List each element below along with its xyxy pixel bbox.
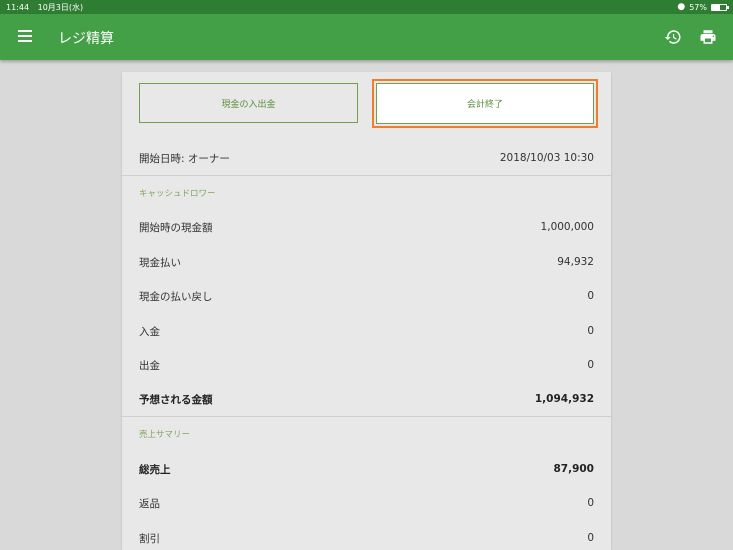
list-item: 現金の払い戻し 0 bbox=[122, 279, 611, 313]
row-label: 現金払い bbox=[139, 256, 181, 269]
print-icon[interactable] bbox=[699, 28, 717, 46]
row-value: 1,094,932 bbox=[534, 393, 594, 405]
row-value: 94,932 bbox=[557, 256, 594, 268]
row-label: 現金の払い戻し bbox=[139, 290, 213, 303]
list-item: 割引 0 bbox=[122, 521, 611, 550]
app-bar: レジ精算 bbox=[0, 14, 733, 60]
divider bbox=[122, 416, 611, 417]
divider bbox=[122, 175, 611, 176]
row-label: 開始時の現金額 bbox=[139, 221, 213, 234]
status-bar: 11:44 10月3日(水) ● 57% bbox=[0, 0, 733, 14]
start-datetime-value: 2018/10/03 10:30 bbox=[499, 152, 594, 164]
page-title: レジ精算 bbox=[58, 31, 114, 47]
row-value: 0 bbox=[587, 497, 594, 509]
gross-sales-row: 総売上 87,900 bbox=[122, 452, 611, 486]
list-item: 返品 0 bbox=[122, 486, 611, 520]
history-icon[interactable] bbox=[664, 28, 682, 46]
register-summary-card: 現金の入出金 会計終了 開始日時: オーナー 2018/10/03 10:30 … bbox=[122, 72, 611, 550]
cash-drawer-section-title: キャッシュドロワー bbox=[139, 189, 216, 199]
end-accounting-button[interactable]: 会計終了 bbox=[376, 83, 594, 124]
row-value: 0 bbox=[587, 532, 594, 544]
list-item: 入金 0 bbox=[122, 314, 611, 348]
row-label: 総売上 bbox=[139, 463, 171, 476]
expected-amount-row: 予想される金額 1,094,932 bbox=[122, 382, 611, 416]
list-item: 現金払い 94,932 bbox=[122, 245, 611, 279]
start-datetime-label: 開始日時: オーナー bbox=[139, 152, 230, 165]
battery-icon bbox=[711, 3, 729, 11]
cash-in-out-button[interactable]: 現金の入出金 bbox=[139, 83, 358, 123]
sales-summary-section-title: 売上サマリー bbox=[139, 430, 191, 440]
wifi-icon: ● bbox=[677, 2, 686, 12]
row-label: 割引 bbox=[139, 532, 160, 545]
list-item: 出金 0 bbox=[122, 348, 611, 382]
row-label: 予想される金額 bbox=[139, 393, 213, 406]
row-label: 入金 bbox=[139, 325, 160, 338]
row-value: 0 bbox=[587, 325, 594, 337]
row-value: 0 bbox=[587, 290, 594, 302]
row-label: 出金 bbox=[139, 359, 160, 372]
status-time: 11:44 bbox=[6, 2, 30, 12]
row-value: 87,900 bbox=[553, 463, 594, 475]
end-accounting-focus-ring: 会計終了 bbox=[372, 79, 598, 128]
status-date: 10月3日(水) bbox=[37, 2, 84, 12]
menu-icon[interactable] bbox=[18, 30, 32, 42]
battery-percentage: 57% bbox=[689, 2, 707, 12]
start-datetime-row: 開始日時: オーナー 2018/10/03 10:30 bbox=[122, 141, 611, 175]
list-item: 開始時の現金額 1,000,000 bbox=[122, 210, 611, 244]
row-value: 0 bbox=[587, 359, 594, 371]
row-label: 返品 bbox=[139, 497, 160, 510]
row-value: 1,000,000 bbox=[540, 221, 594, 233]
